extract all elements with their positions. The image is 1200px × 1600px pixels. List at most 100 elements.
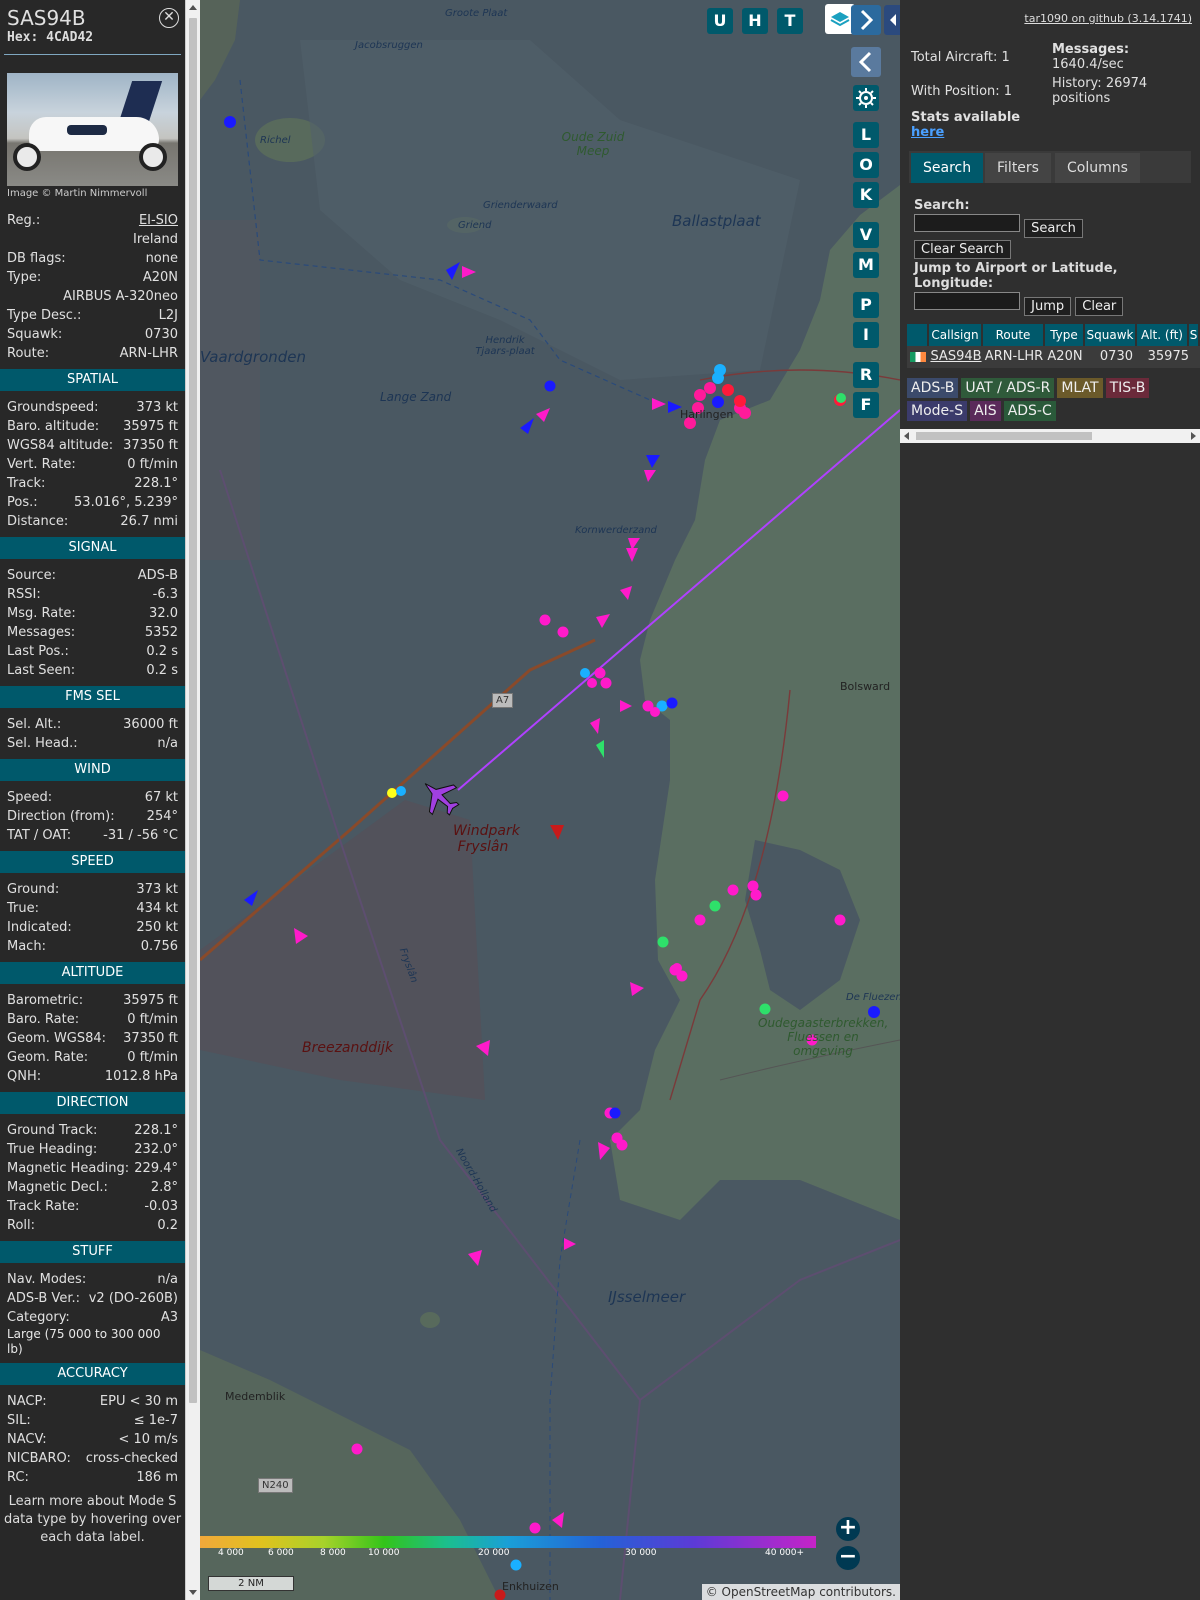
jump-button[interactable]: Jump [1024, 297, 1072, 316]
field-value[interactable]: EI-SIO [139, 211, 178, 230]
field-label[interactable]: NACV: [7, 1430, 47, 1449]
field-label[interactable]: Last Seen: [7, 661, 75, 680]
map-toggle-f-button[interactable]: F [853, 392, 879, 418]
clear-search-button[interactable]: Clear Search [914, 240, 1011, 259]
field-label[interactable]: Messages: [7, 623, 75, 642]
forward-button[interactable] [851, 5, 881, 35]
field-label[interactable]: Reg.: [7, 211, 40, 230]
source-chip-mlat[interactable]: MLAT [1057, 378, 1103, 398]
map-toggle-i-button[interactable]: I [853, 322, 879, 348]
map-toggle-r-button[interactable]: R [853, 362, 879, 388]
settings-button[interactable] [853, 85, 879, 111]
column-header-speed[interactable]: S [1189, 324, 1200, 346]
column-header-callsign[interactable]: Callsign [929, 324, 983, 346]
table-horizontal-scrollbar[interactable] [900, 429, 1200, 443]
map-toggle-h-button[interactable]: H [742, 8, 768, 34]
section-header[interactable]: WIND [0, 759, 185, 781]
field-label[interactable]: NICBARO: [7, 1449, 71, 1468]
field-label[interactable]: Barometric: [7, 991, 83, 1010]
field-label[interactable]: Pos.: [7, 493, 38, 512]
section-header[interactable]: SPEED [0, 851, 185, 873]
map-toggle-l-button[interactable]: L [853, 122, 879, 148]
map-view[interactable]: Groote Plaat Jacobsruggen Richel Oude Zuid … [200, 0, 900, 1600]
close-icon[interactable]: ✕ [159, 8, 179, 28]
column-header-route[interactable]: Route [983, 324, 1045, 346]
map-toggle-p-button[interactable]: P [853, 292, 879, 318]
field-label[interactable]: Source: [7, 566, 56, 585]
scroll-left-arrow[interactable] [904, 432, 909, 440]
scroll-down-arrow[interactable] [189, 1590, 197, 1595]
section-header[interactable]: ACCURACY [0, 1363, 185, 1385]
field-label[interactable]: Baro. Rate: [7, 1010, 79, 1029]
table-row[interactable]: SAS94B ARN-LHR A20N 0730 35975 [907, 346, 1200, 368]
column-header-alt[interactable]: Alt. (ft) [1137, 324, 1189, 346]
field-label[interactable]: Nav. Modes: [7, 1270, 86, 1289]
back-button[interactable] [851, 47, 881, 77]
field-label[interactable]: Direction (from): [7, 807, 115, 826]
source-chip-mode-s[interactable]: Mode-S [907, 401, 968, 421]
field-label[interactable]: RSSI: [7, 585, 41, 604]
section-header[interactable]: DIRECTION [0, 1092, 185, 1114]
row-callsign[interactable]: SAS94B [929, 346, 983, 368]
field-label[interactable]: Roll: [7, 1216, 35, 1235]
field-label[interactable]: Route: [7, 344, 49, 363]
scroll-up-arrow[interactable] [189, 5, 197, 10]
aircraft-photo[interactable] [7, 73, 178, 186]
field-label[interactable]: Vert. Rate: [7, 455, 76, 474]
field-label[interactable]: Groundspeed: [7, 398, 98, 417]
field-label[interactable]: DB flags: [7, 249, 66, 268]
tab-filters[interactable]: Filters [985, 153, 1051, 183]
expand-button[interactable] [884, 5, 900, 35]
sidebar-scrollbar[interactable] [185, 0, 200, 1600]
field-label[interactable]: Last Pos.: [7, 642, 69, 661]
field-label[interactable]: Distance: [7, 512, 68, 531]
section-header[interactable]: FMS SEL [0, 686, 185, 708]
field-label[interactable]: Geom. WGS84: [7, 1029, 106, 1048]
field-label[interactable]: TAT / OAT: [7, 826, 71, 845]
field-label[interactable]: SIL: [7, 1411, 31, 1430]
field-label[interactable]: Speed: [7, 788, 52, 807]
source-chip-uat-ads-r[interactable]: UAT / ADS-R [961, 378, 1055, 398]
section-header[interactable]: SIGNAL [0, 537, 185, 559]
field-label[interactable]: Geom. Rate: [7, 1048, 88, 1067]
column-header-type[interactable]: Type [1045, 324, 1085, 346]
field-label[interactable]: True: [7, 899, 39, 918]
field-label[interactable]: WGS84 altitude: [7, 436, 113, 455]
field-label[interactable]: Squawk: [7, 325, 62, 344]
field-label[interactable]: Ground Track: [7, 1121, 97, 1140]
hscroll-thumb[interactable] [916, 432, 1092, 440]
clear-button[interactable]: Clear [1075, 297, 1124, 316]
search-button[interactable]: Search [1024, 219, 1083, 238]
map-toggle-u-button[interactable]: U [707, 8, 733, 34]
map-toggle-m-button[interactable]: M [853, 252, 879, 278]
section-header[interactable]: ALTITUDE [0, 962, 185, 984]
field-label[interactable]: ADS-B Ver.: [7, 1289, 80, 1308]
tab-search[interactable]: Search [911, 153, 984, 183]
field-label[interactable]: QNH: [7, 1067, 41, 1086]
field-label[interactable]: Indicated: [7, 918, 72, 937]
scroll-right-arrow[interactable] [1191, 432, 1196, 440]
field-label[interactable]: Magnetic Decl.: [7, 1178, 108, 1197]
field-label[interactable]: Track: [7, 474, 45, 493]
section-header[interactable]: SPATIAL [0, 369, 185, 391]
field-label[interactable]: Msg. Rate: [7, 604, 76, 623]
field-label[interactable]: Baro. altitude: [7, 417, 99, 436]
jump-input[interactable] [914, 292, 1020, 310]
field-label[interactable]: Magnetic Heading: [7, 1159, 129, 1178]
field-label[interactable]: Track Rate: [7, 1197, 79, 1216]
field-label[interactable]: Sel. Head.: [7, 734, 78, 753]
source-chip-ais[interactable]: AIS [970, 401, 1001, 421]
column-header-squawk[interactable]: Squawk [1085, 324, 1137, 346]
source-chip-ads-b[interactable]: ADS-B [907, 378, 959, 398]
stats-link[interactable]: here [911, 125, 944, 140]
field-label[interactable]: Sel. Alt.: [7, 715, 61, 734]
search-input[interactable] [914, 214, 1020, 232]
map-toggle-t-button[interactable]: T [777, 8, 803, 34]
field-label[interactable]: NACP: [7, 1392, 47, 1411]
field-label[interactable]: Category: [7, 1308, 70, 1327]
zoom-in-button[interactable]: + [836, 1517, 860, 1541]
map-toggle-o-button[interactable]: O [853, 152, 879, 178]
field-label[interactable]: Mach: [7, 937, 46, 956]
map-toggle-v-button[interactable]: V [853, 222, 879, 248]
tab-columns[interactable]: Columns [1055, 153, 1140, 183]
